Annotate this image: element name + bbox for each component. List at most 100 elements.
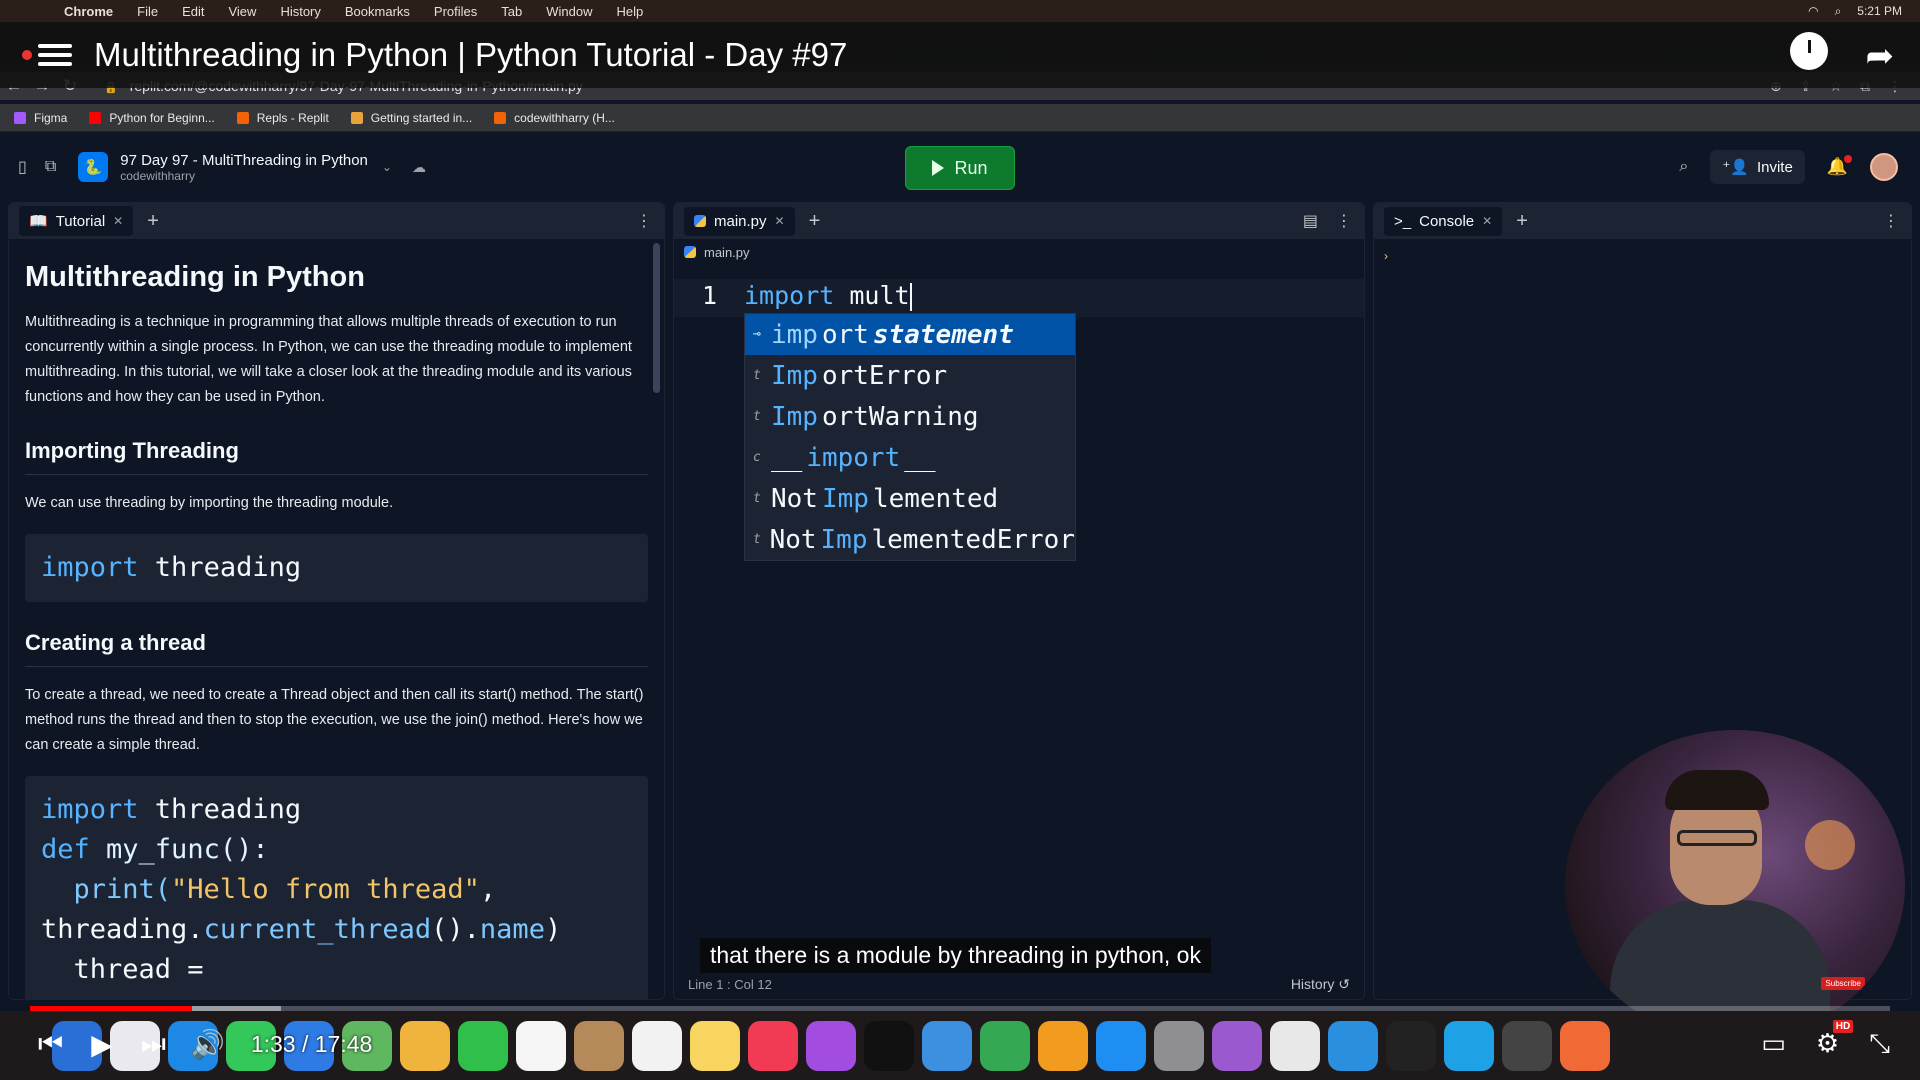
code-attribute: name xyxy=(479,914,545,945)
youtube-icon xyxy=(89,111,102,124)
code-function: print( xyxy=(41,874,172,905)
subscribe-watermark[interactable]: Subscribe xyxy=(1821,977,1865,990)
hd-badge: HD xyxy=(1832,1020,1854,1033)
heading-importing: Importing Threading xyxy=(25,438,648,475)
code-editor-line[interactable]: import mult xyxy=(744,281,912,311)
autocomplete-item[interactable]: c __ import __ xyxy=(745,437,1075,478)
pane-menu-icon[interactable]: ⋮ xyxy=(1336,211,1352,231)
menu-app-name[interactable]: Chrome xyxy=(52,4,125,19)
video-title[interactable]: Multithreading in Python | Python Tutori… xyxy=(94,36,847,74)
heading-creating: Creating a thread xyxy=(25,630,648,667)
autocomplete-item[interactable]: t Imp ortError xyxy=(745,355,1075,396)
menu-file[interactable]: File xyxy=(125,4,170,19)
notifications-bell-icon[interactable]: 🔔 xyxy=(1827,155,1852,177)
pane-menu-icon[interactable]: ⋮ xyxy=(1883,211,1899,231)
autocomplete-item[interactable]: t Not Imp lementedError xyxy=(745,519,1075,560)
watch-later-icon[interactable] xyxy=(1790,32,1828,70)
project-info[interactable]: 97 Day 97 - MultiThreading in Python cod… xyxy=(120,152,368,183)
scrollbar[interactable] xyxy=(653,243,660,393)
suggestion-detail: statement xyxy=(872,319,1014,350)
invite-button[interactable]: ⁺👤 Invite xyxy=(1710,150,1805,184)
code-block-import[interactable]: import threading xyxy=(25,534,648,602)
match-text: Imp xyxy=(771,360,818,391)
glasses-icon xyxy=(1677,830,1757,846)
breadcrumb-file[interactable]: main.py xyxy=(704,245,750,260)
workspace-menu-icon[interactable]: ⧉ xyxy=(45,158,56,176)
project-owner: codewithharry xyxy=(120,168,195,183)
code-block-thread[interactable]: import threading def my_func(): print("H… xyxy=(25,776,648,999)
add-tab-icon[interactable]: + xyxy=(1516,210,1528,233)
callable-kind-icon: c xyxy=(753,450,761,465)
avatar[interactable] xyxy=(1870,153,1898,181)
bookmark-python[interactable]: Python for Beginn... xyxy=(89,111,215,125)
autocomplete-item[interactable]: t Not Imp lemented xyxy=(745,478,1075,519)
autocomplete-item[interactable]: ⊸ imp ort statement xyxy=(745,314,1075,355)
suggestion-text: lementedError xyxy=(871,524,1076,555)
replit-header: ▯ ⧉ 🐍 97 Day 97 - MultiThreading in Pyth… xyxy=(0,136,1920,198)
run-label: Run xyxy=(954,157,988,178)
exit-fullscreen-icon[interactable]: ⤡ xyxy=(1869,1028,1890,1060)
editor-tabs: main.py ✕ + ▤ ⋮ xyxy=(674,203,1364,239)
add-tab-icon[interactable]: + xyxy=(147,210,159,233)
menu-history[interactable]: History xyxy=(268,4,332,19)
close-icon[interactable]: ✕ xyxy=(113,214,123,228)
lamp-light xyxy=(1805,820,1855,870)
volume-icon[interactable]: 🔊 xyxy=(190,1028,225,1061)
type-kind-icon: t xyxy=(753,409,761,424)
console-prompt[interactable]: › xyxy=(1384,249,1388,263)
bookmark-figma[interactable]: Figma xyxy=(14,111,67,125)
paragraph-creating: To create a thread, we need to create a … xyxy=(25,687,644,753)
tab-main-py[interactable]: main.py ✕ xyxy=(684,206,795,236)
tutorial-pane: 📖 Tutorial ✕ + ⋮ Multithreading in Python … xyxy=(8,202,665,1000)
menu-tab[interactable]: Tab xyxy=(489,4,534,19)
run-button[interactable]: Run xyxy=(905,146,1015,190)
match-text: import xyxy=(806,442,901,473)
menu-help[interactable]: Help xyxy=(605,4,656,19)
play-pause-icon[interactable]: ▶ xyxy=(91,1028,113,1061)
bookmark-getting-started[interactable]: Getting started in... xyxy=(350,111,472,125)
wifi-icon[interactable]: ◠ xyxy=(1808,4,1818,18)
code-text: threading xyxy=(138,794,302,825)
menu-view[interactable]: View xyxy=(216,4,268,19)
menu-window[interactable]: Window xyxy=(534,4,604,19)
figma-icon xyxy=(14,111,26,124)
header-actions: ⌕ ⁺👤 Invite 🔔 xyxy=(1679,150,1898,184)
cloud-icon: ☁ xyxy=(411,158,426,175)
search-icon[interactable]: ⌕ xyxy=(1679,158,1688,176)
add-tab-icon[interactable]: + xyxy=(809,210,821,233)
video-time: 1:33 / 17:48 xyxy=(250,1030,373,1057)
tab-tutorial[interactable]: 📖 Tutorial ✕ xyxy=(19,206,134,236)
chevron-down-icon[interactable]: ⌄ xyxy=(382,160,392,174)
menu-bookmarks[interactable]: Bookmarks xyxy=(333,4,422,19)
bookmark-repls[interactable]: Repls - Replit xyxy=(236,111,329,125)
video-controls-right: ▭ ⚙ HD ⤡ xyxy=(1761,1020,1920,1060)
python-file-icon xyxy=(694,215,706,227)
tab-console[interactable]: >_ Console ✕ xyxy=(1384,206,1503,236)
cursor-position[interactable]: Line 1 : Col 12 xyxy=(688,977,772,992)
match-text: Imp xyxy=(821,483,869,514)
code-keyword: import xyxy=(744,281,835,310)
menu-edit[interactable]: Edit xyxy=(170,4,216,19)
tutorial-content: Multithreading in Python Multithreading … xyxy=(9,239,664,999)
menubar-clock[interactable]: 5:21 PM xyxy=(1857,4,1902,18)
menu-profiles[interactable]: Profiles xyxy=(422,4,489,19)
captions-icon[interactable]: ▭ xyxy=(1761,1028,1786,1060)
macos-menubar: Chrome File Edit View History Bookmarks … xyxy=(0,0,1920,22)
menubar-status-area: ◠ ⌕ 5:21 PM xyxy=(1808,4,1920,19)
share-arrow-icon[interactable]: ➦ xyxy=(1866,36,1895,76)
settings-gear-icon[interactable]: ⚙ HD xyxy=(1816,1020,1854,1060)
sidebar-toggle-icon[interactable]: ▯ xyxy=(18,157,27,177)
next-icon[interactable]: ⏭ xyxy=(141,1028,166,1061)
previous-icon[interactable]: ⏮ xyxy=(38,1028,63,1061)
outline-icon[interactable]: ▤ xyxy=(1303,211,1318,231)
search-icon[interactable]: ⌕ xyxy=(1835,4,1842,19)
playlist-icon[interactable] xyxy=(38,39,72,71)
bookmark-codewithharry[interactable]: codewithharry (H... xyxy=(494,111,615,125)
pane-menu-icon[interactable]: ⋮ xyxy=(636,211,652,231)
book-icon: 📖 xyxy=(29,213,48,230)
autocomplete-item[interactable]: t Imp ortWarning xyxy=(745,396,1075,437)
live-dot-icon xyxy=(22,50,32,60)
close-icon[interactable]: ✕ xyxy=(775,214,785,228)
history-button[interactable]: History ↺ xyxy=(1291,976,1350,993)
close-icon[interactable]: ✕ xyxy=(1482,214,1492,228)
